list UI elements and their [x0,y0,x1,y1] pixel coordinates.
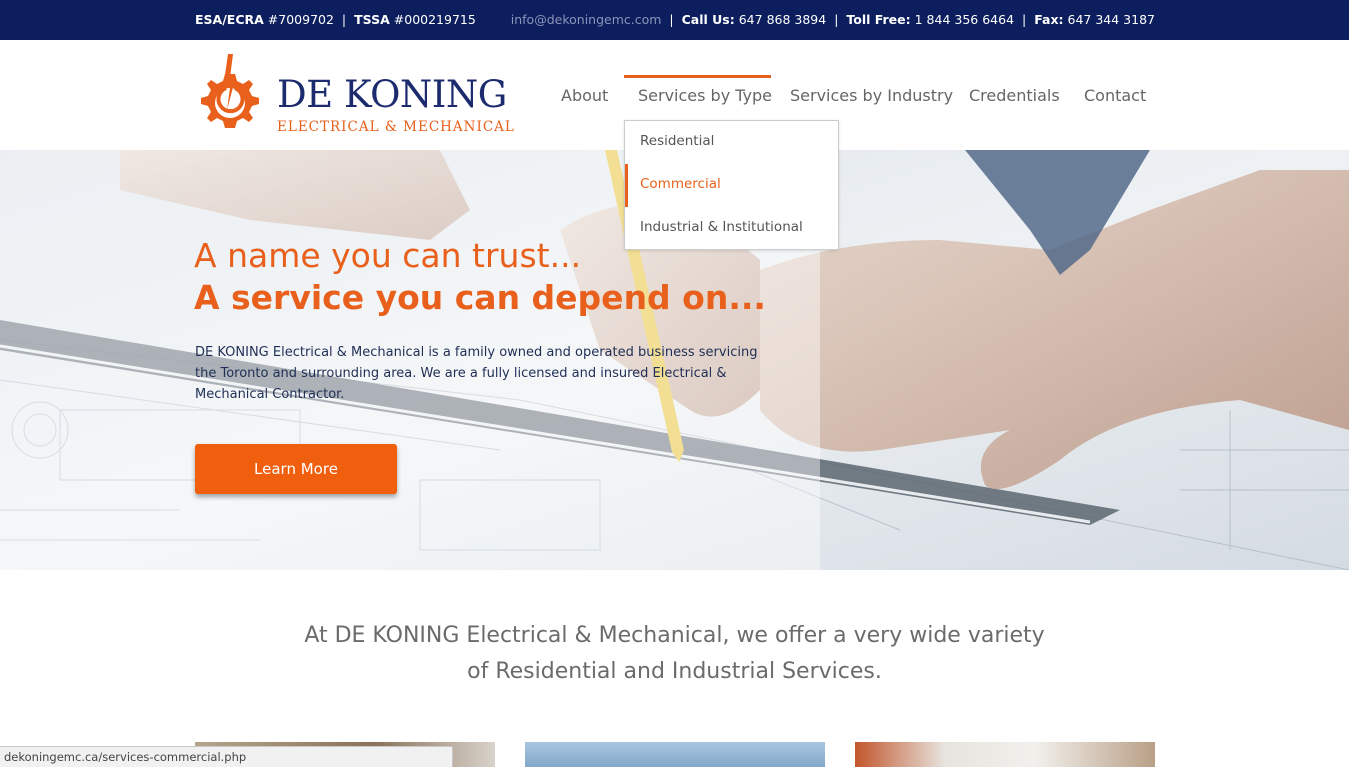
logo-subtitle: Electrical & Mechanical [277,119,515,135]
separator: | [1022,12,1027,27]
nav-credentials-label: Credentials [969,86,1060,105]
site-logo[interactable]: De Koning Electrical & Mechanical [195,52,515,137]
call-number[interactable]: 647 868 3894 [739,12,826,27]
nav-services-by-type[interactable]: Services by Type [624,75,773,115]
nav-services-by-industry[interactable]: Services by Industry [790,76,953,116]
call-label: Call Us: [681,12,735,27]
nav-contact[interactable]: Contact [1084,76,1146,116]
intro-line-2: of Residential and Industrial Services. [467,659,882,684]
top-contact-bar: ESA/ECRA #7009702 | TSSA #000219715 info… [0,0,1349,40]
service-thumbnail-industrial[interactable] [855,742,1155,767]
learn-more-button[interactable]: Learn More [195,444,397,494]
license-info: ESA/ECRA #7009702 | TSSA #000219715 [195,12,476,27]
browser-status-url: dekoningemc.ca/services-commercial.php [0,746,453,767]
service-thumbnail-commercial[interactable] [525,742,825,767]
dropdown-item-residential[interactable]: Residential [640,133,714,149]
separator: | [341,12,347,27]
nav-services-by-type-label: Services by Type [638,86,773,105]
intro-line-1: At DE KONING Electrical & Mechanical, we… [304,623,1045,648]
esa-label: ESA/ECRA [195,12,264,27]
nav-about-label: About [561,86,609,105]
services-dropdown-menu: Residential Commercial Industrial & Inst… [624,120,839,250]
intro-text: At DE KONING Electrical & Mechanical, we… [0,618,1349,690]
dropdown-item-industrial-institutional[interactable]: Industrial & Institutional [640,219,803,235]
separator: | [669,12,674,27]
tssa-number: #000219715 [393,12,476,27]
hero-heading-primary: A name you can trust... [194,236,582,275]
fax-number: 647 344 3187 [1067,12,1155,27]
logo-name-part2: Koning [343,73,507,116]
email-link[interactable]: info@dekoningemc.com [511,12,662,27]
esa-number: #7009702 [267,12,334,27]
logo-wordmark: De Koning [277,76,507,113]
nav-credentials[interactable]: Credentials [969,76,1060,116]
tollfree-number[interactable]: 1 844 356 6464 [915,12,1014,27]
hero-heading-secondary: A service you can depend on... [194,278,766,317]
dropdown-item-commercial[interactable]: Commercial [640,176,721,192]
separator: | [834,12,839,27]
nav-services-by-industry-label: Services by Industry [790,86,954,105]
logo-name-part1: De [277,73,333,116]
fax-label: Fax: [1034,12,1064,27]
dropdown-highlight-marker [625,164,628,207]
nav-contact-label: Contact [1084,86,1147,105]
tssa-label: TSSA [354,12,390,27]
gear-lightning-icon [201,54,259,128]
contact-info: info@dekoningemc.com | Call Us: 647 868 … [511,12,1155,27]
nav-about[interactable]: About [561,76,608,116]
hero-description: DE KONING Electrical & Mechanical is a f… [195,345,758,402]
tollfree-label: Toll Free: [846,12,911,27]
